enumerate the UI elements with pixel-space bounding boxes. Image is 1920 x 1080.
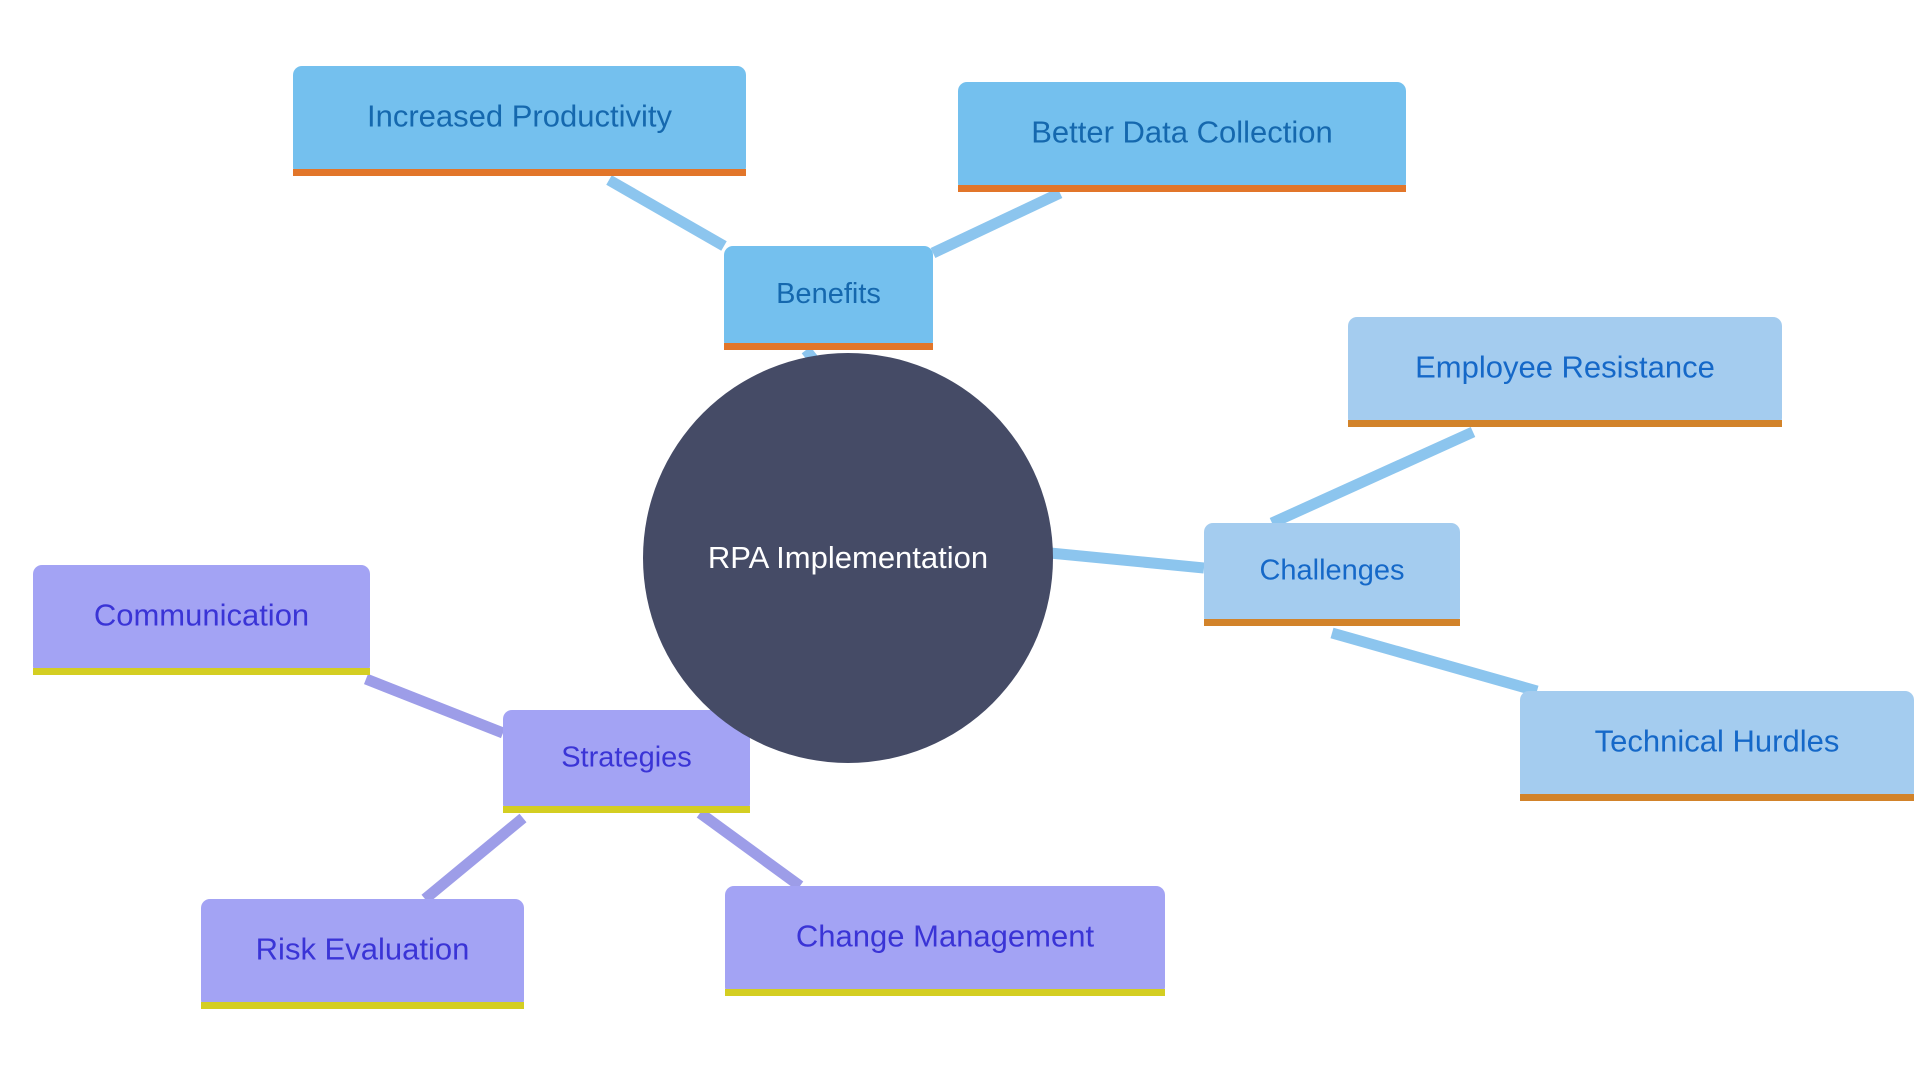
- node-accent-bar-increased-productivity: [293, 169, 746, 176]
- node-label-increased-productivity: Increased Productivity: [367, 99, 672, 134]
- node-accent-bar-challenges: [1204, 619, 1460, 626]
- node-communication[interactable]: Communication: [33, 565, 370, 675]
- node-benefits[interactable]: Benefits: [724, 246, 933, 350]
- node-risk-evaluation[interactable]: Risk Evaluation: [201, 899, 524, 1009]
- node-accent-bar-communication: [33, 668, 370, 675]
- node-strategies[interactable]: Strategies: [503, 710, 750, 813]
- node-accent-bar-employee-resistance: [1348, 420, 1782, 427]
- node-label-communication: Communication: [94, 598, 309, 633]
- node-accent-bar-better-data-collection: [958, 185, 1406, 192]
- node-label-better-data-collection: Better Data Collection: [1031, 115, 1333, 150]
- node-technical-hurdles[interactable]: Technical Hurdles: [1520, 691, 1914, 801]
- node-accent-bar-strategies: [503, 806, 750, 813]
- node-label-employee-resistance: Employee Resistance: [1415, 350, 1715, 385]
- node-label-challenges: Challenges: [1259, 555, 1404, 587]
- node-increased-productivity[interactable]: Increased Productivity: [293, 66, 746, 176]
- mind-map-svg: Increased Productivity Better Data Collec…: [0, 0, 1920, 1080]
- node-change-management[interactable]: Change Management: [725, 886, 1165, 996]
- root-node-label: RPA Implementation: [708, 540, 988, 575]
- node-employee-resistance[interactable]: Employee Resistance: [1348, 317, 1782, 427]
- node-label-technical-hurdles: Technical Hurdles: [1595, 724, 1840, 759]
- node-label-strategies: Strategies: [561, 742, 692, 774]
- node-accent-bar-risk-evaluation: [201, 1002, 524, 1009]
- root-node[interactable]: RPA Implementation: [643, 353, 1053, 763]
- node-label-benefits: Benefits: [776, 278, 881, 310]
- node-accent-bar-change-management: [725, 989, 1165, 996]
- node-label-risk-evaluation: Risk Evaluation: [256, 932, 470, 967]
- node-label-change-management: Change Management: [796, 919, 1095, 954]
- node-accent-bar-benefits: [724, 343, 933, 350]
- node-accent-bar-technical-hurdles: [1520, 794, 1914, 801]
- node-better-data-collection[interactable]: Better Data Collection: [958, 82, 1406, 192]
- mind-map-canvas: Increased Productivity Better Data Collec…: [0, 0, 1920, 1080]
- node-challenges[interactable]: Challenges: [1204, 523, 1460, 626]
